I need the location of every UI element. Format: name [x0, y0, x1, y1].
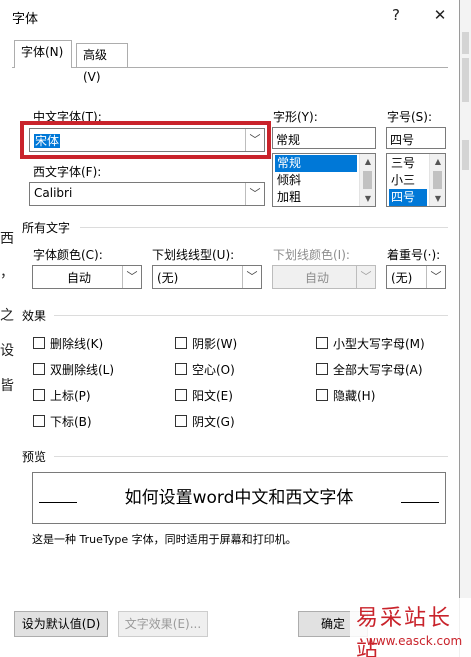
hidden-label[interactable]: 隐藏(H) — [333, 387, 375, 404]
list-item[interactable]: 倾斜 — [275, 172, 357, 189]
scrollbar[interactable]: ▲ ▼ — [359, 154, 375, 206]
divider — [54, 456, 448, 457]
dialog-title: 字体 — [12, 12, 39, 27]
watermark-brand: 易采站长站 — [356, 606, 453, 657]
tab-advanced[interactable]: 高级(V) — [76, 43, 128, 84]
all-caps-checkbox[interactable] — [316, 363, 328, 375]
tab-panel-border — [12, 67, 448, 68]
emphasis-mark-label: 着重号(·): — [387, 248, 441, 262]
preview-baseline-right — [401, 502, 439, 503]
chevron-down-icon[interactable]: ﹀ — [245, 183, 264, 205]
subscript-checkbox[interactable] — [33, 415, 45, 427]
engrave-checkbox[interactable] — [175, 415, 187, 427]
preview-box: 如何设置word中文和西文字体 — [32, 472, 446, 524]
background-doc-text: ， — [0, 265, 14, 281]
tab-font[interactable]: 字体(N) — [14, 40, 72, 68]
background-window-edge — [460, 0, 471, 657]
font-size-label: 字号(S): — [387, 110, 433, 124]
font-dialog: 字体 ? ✕ 字体(N) 高级(V) 中文字体(T): 宋体 ﹀ 西文字体(F)… — [0, 0, 460, 657]
underline-color-combo: 自动 ﹀ — [272, 265, 376, 289]
scroll-down-icon[interactable]: ▼ — [430, 191, 445, 206]
scroll-thumb[interactable] — [363, 171, 372, 189]
all-text-heading: 所有文字 — [22, 221, 71, 235]
font-size-list[interactable]: 三号 小三 四号 ▲ ▼ — [386, 153, 446, 207]
scrollbar[interactable]: ▲ ▼ — [429, 154, 445, 206]
annotation-highlight-box — [20, 121, 271, 159]
outline-label[interactable]: 空心(O) — [192, 361, 235, 378]
font-style-label: 字形(Y): — [273, 110, 318, 124]
chevron-down-icon[interactable]: ﹀ — [122, 266, 141, 288]
double-strikethrough-checkbox[interactable] — [33, 363, 45, 375]
font-size-input[interactable]: 四号 — [386, 127, 446, 149]
background-doc-text: 西 — [0, 231, 14, 247]
chevron-down-icon: ﹀ — [356, 266, 375, 288]
preview-sample-text: 如何设置word中文和西文字体 — [124, 488, 354, 508]
close-icon: ✕ — [433, 6, 447, 24]
list-item[interactable]: 三号 — [389, 155, 427, 172]
emphasis-mark-combo[interactable]: (无) ﹀ — [386, 265, 446, 289]
underline-style-combo[interactable]: (无) ﹀ — [152, 265, 262, 289]
engrave-label[interactable]: 阴文(G) — [192, 413, 235, 430]
small-caps-label[interactable]: 小型大写字母(M) — [333, 335, 425, 352]
help-button[interactable]: ? — [384, 4, 408, 26]
list-item[interactable]: 小三 — [389, 172, 427, 189]
close-button[interactable]: ✕ — [428, 4, 452, 26]
western-font-value: Calibri — [34, 186, 73, 200]
list-item[interactable]: 常规 — [275, 155, 357, 172]
double-strikethrough-label[interactable]: 双删除线(L) — [50, 361, 114, 378]
small-caps-checkbox[interactable] — [316, 337, 328, 349]
strikethrough-checkbox[interactable] — [33, 337, 45, 349]
divider — [80, 227, 448, 228]
shadow-label[interactable]: 阴影(W) — [192, 335, 237, 352]
font-color-label: 字体颜色(C): — [33, 248, 103, 262]
scroll-thumb[interactable] — [433, 171, 442, 189]
font-style-list[interactable]: 常规 倾斜 加粗 ▲ ▼ — [272, 153, 376, 207]
effects-heading: 效果 — [22, 309, 47, 323]
underline-style-label: 下划线线型(U): — [152, 248, 235, 262]
chevron-down-icon[interactable]: ﹀ — [242, 266, 261, 288]
background-doc-text: 之 — [0, 308, 14, 324]
hidden-checkbox[interactable] — [316, 389, 328, 401]
shadow-checkbox[interactable] — [175, 337, 187, 349]
superscript-label[interactable]: 上标(P) — [50, 387, 91, 404]
emboss-checkbox[interactable] — [175, 389, 187, 401]
preview-note: 这是一种 TrueType 字体，同时适用于屏幕和打印机。 — [32, 533, 297, 546]
preview-heading: 预览 — [22, 450, 47, 464]
list-item[interactable]: 四号 — [389, 189, 427, 206]
font-style-input[interactable]: 常规 — [272, 127, 376, 149]
watermark: 易采站长站 www.easck.com — [350, 598, 471, 657]
divider — [54, 315, 448, 316]
western-font-label: 西文字体(F): — [33, 165, 102, 179]
strikethrough-label[interactable]: 删除线(K) — [50, 335, 103, 352]
chevron-down-icon[interactable]: ﹀ — [426, 266, 445, 288]
watermark-url: www.easck.com — [366, 634, 463, 648]
western-font-combo[interactable]: Calibri ﹀ — [29, 182, 265, 206]
list-item[interactable]: 加粗 — [275, 189, 357, 206]
all-caps-label[interactable]: 全部大写字母(A) — [333, 361, 423, 378]
superscript-checkbox[interactable] — [33, 389, 45, 401]
scroll-up-icon[interactable]: ▲ — [430, 154, 445, 169]
background-doc-text: 皆 — [0, 378, 14, 394]
text-effects-button: 文字效果(E)... — [118, 611, 208, 637]
background-doc-text: 设 — [0, 343, 14, 359]
scroll-up-icon[interactable]: ▲ — [360, 154, 375, 169]
emboss-label[interactable]: 阳文(E) — [192, 387, 233, 404]
set-default-button[interactable]: 设为默认值(D) — [14, 611, 108, 637]
underline-color-label: 下划线颜色(I): — [273, 248, 350, 262]
subscript-label[interactable]: 下标(B) — [50, 413, 92, 430]
outline-checkbox[interactable] — [175, 363, 187, 375]
scroll-down-icon[interactable]: ▼ — [360, 191, 375, 206]
font-color-combo[interactable]: 自动 ﹀ — [32, 265, 142, 289]
